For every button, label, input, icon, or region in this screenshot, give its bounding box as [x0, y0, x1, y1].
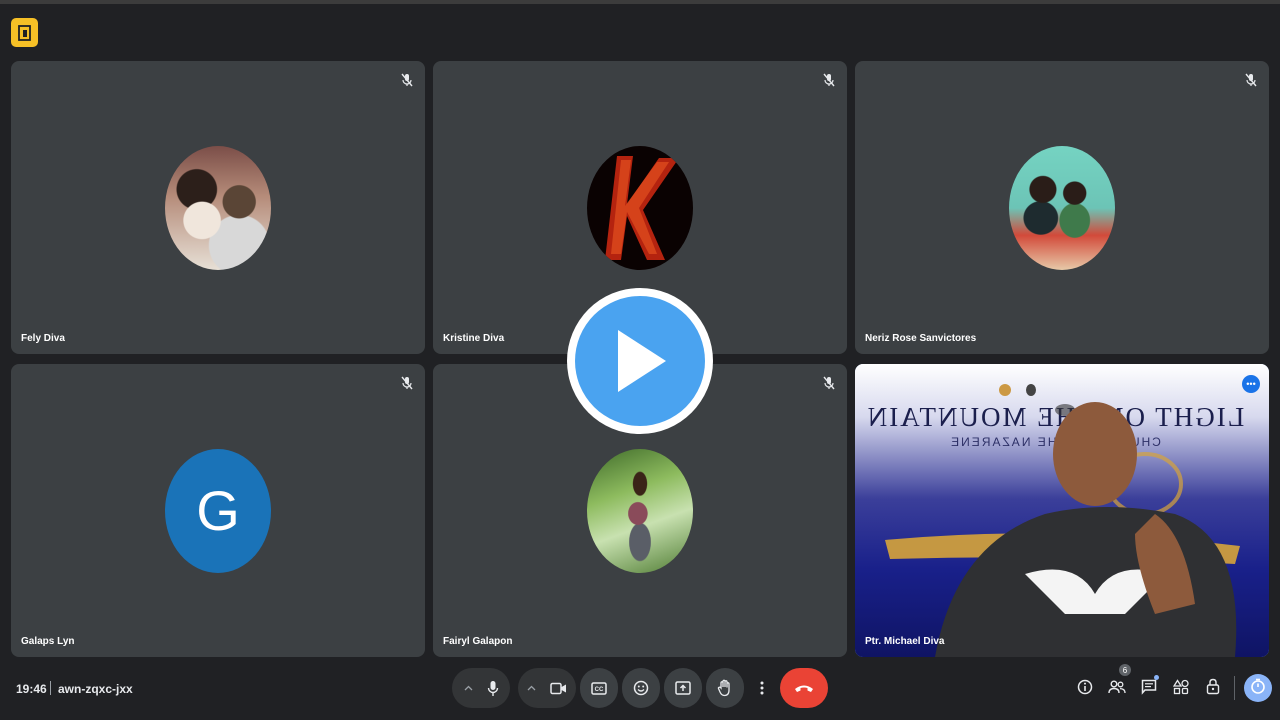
video-frame: LIGHT ON THE MOUNTAIN CHURCH OF THE NAZA… [866, 384, 1245, 657]
clock: 19:46 [16, 682, 47, 696]
participant-tile-speaking[interactable]: LIGHT ON THE MOUNTAIN CHURCH OF THE NAZA… [855, 364, 1269, 657]
info-icon [1077, 679, 1093, 700]
chevron-up-icon[interactable] [464, 685, 473, 691]
present-icon [675, 681, 691, 695]
mic-off-icon [400, 375, 414, 391]
mic-off-icon [1244, 72, 1258, 88]
activities-button[interactable] [1170, 678, 1192, 700]
video-banner-line1: LIGHT ON THE MOUNTAIN [866, 402, 1245, 432]
reactions-button[interactable] [622, 668, 660, 708]
people-button[interactable] [1106, 678, 1128, 700]
play-button[interactable] [567, 288, 713, 434]
avatar [1009, 145, 1115, 270]
end-call-button[interactable] [780, 668, 828, 708]
meeting-code: awn-zqxc-jxx [58, 682, 133, 696]
more-options-button[interactable] [752, 668, 772, 708]
mic-off-icon [822, 72, 836, 88]
avatar [587, 448, 693, 573]
avatar [587, 145, 693, 270]
bottom-control-bar: 19:46 awn-zqxc-jxx CC [0, 660, 1280, 720]
captions-button[interactable]: CC [580, 668, 618, 708]
lock-icon [1206, 678, 1220, 700]
participant-name: Fairyl Galapon [443, 636, 513, 647]
chevron-up-icon[interactable] [527, 685, 536, 691]
microphone-icon[interactable] [487, 680, 499, 697]
play-icon [575, 296, 705, 426]
participant-tile[interactable]: G Galaps Lyn [11, 364, 425, 657]
people-icon [1108, 680, 1126, 699]
participant-name: Ptr. Michael Diva [865, 636, 945, 647]
divider [1234, 676, 1235, 700]
divider [50, 681, 51, 695]
raise-hand-icon [717, 679, 733, 697]
raise-hand-button[interactable] [706, 668, 744, 708]
more-options-icon[interactable]: ••• [1242, 375, 1260, 393]
avatar-letter: G [165, 448, 271, 573]
participant-name: Kristine Diva [443, 333, 505, 344]
mic-off-icon [400, 72, 414, 88]
timer-icon [1250, 678, 1266, 699]
captions-icon: CC [591, 681, 607, 695]
participant-tile[interactable]: Neriz Rose Sanvictores [855, 61, 1269, 354]
activities-icon [1172, 678, 1189, 700]
host-controls-button[interactable] [1202, 678, 1224, 700]
chat-button[interactable] [1138, 678, 1160, 700]
chat-notification-dot [1154, 675, 1159, 680]
people-count-badge: 6 [1119, 664, 1131, 676]
camera-icon[interactable] [550, 682, 567, 695]
avatar [165, 145, 271, 270]
participant-name: Neriz Rose Sanvictores [865, 333, 977, 344]
participant-name: Fely Diva [21, 333, 65, 344]
timer-button[interactable] [1244, 674, 1272, 702]
svg-text:CC: CC [595, 687, 604, 693]
participant-tile[interactable]: Fely Diva [11, 61, 425, 354]
end-call-icon [794, 683, 814, 693]
microphone-control[interactable] [452, 668, 510, 708]
more-vert-icon [760, 681, 764, 695]
chat-icon [1141, 679, 1157, 700]
emoji-icon [633, 680, 649, 696]
present-button[interactable] [664, 668, 702, 708]
meeting-details-button[interactable] [1074, 678, 1096, 700]
camera-control[interactable] [518, 668, 576, 708]
mic-off-icon [822, 375, 836, 391]
participant-name: Galaps Lyn [21, 636, 75, 647]
